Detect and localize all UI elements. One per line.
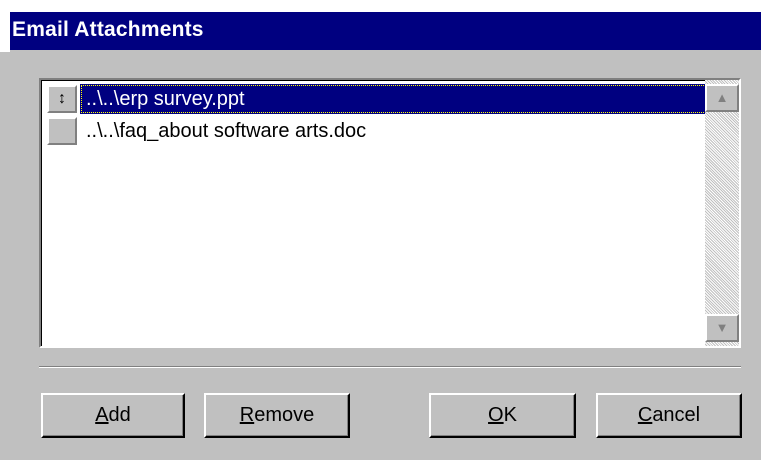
title-bar-frame: Email Attachments bbox=[0, 0, 761, 52]
remove-mnemonic: R bbox=[239, 404, 255, 426]
scroll-down-arrow-icon[interactable]: ▼ bbox=[705, 314, 739, 342]
cancel-button[interactable]: Cancel bbox=[596, 393, 742, 438]
separator-line bbox=[39, 366, 741, 368]
window-title: Email Attachments bbox=[12, 18, 204, 41]
remove-label: emove bbox=[254, 404, 315, 426]
cancel-mnemonic: C bbox=[637, 404, 653, 426]
add-mnemonic: A bbox=[95, 404, 109, 426]
ok-label: K bbox=[503, 404, 517, 426]
add-label: dd bbox=[108, 404, 131, 426]
vertical-scrollbar[interactable]: ▲ ▼ bbox=[705, 80, 739, 346]
ok-mnemonic: O bbox=[488, 404, 504, 426]
cancel-label: ancel bbox=[652, 404, 701, 426]
drag-handle-icon[interactable]: ↕ bbox=[47, 85, 77, 113]
ok-button[interactable]: OK bbox=[429, 393, 576, 438]
attachment-path[interactable]: ..\..\faq_about software arts.doc bbox=[80, 116, 370, 146]
drag-handle-icon[interactable] bbox=[47, 117, 77, 145]
attachments-listbox[interactable]: ↕ ..\..\erp survey.ppt ..\..\faq_about s… bbox=[39, 78, 741, 348]
add-button[interactable]: Add bbox=[41, 393, 185, 438]
attachment-path[interactable]: ..\..\erp survey.ppt bbox=[80, 84, 709, 114]
scroll-up-arrow-icon[interactable]: ▲ bbox=[705, 84, 739, 112]
list-item-attachment[interactable]: ..\..\faq_about software arts.doc bbox=[47, 116, 709, 147]
list-item-attachment[interactable]: ↕ ..\..\erp survey.ppt bbox=[47, 84, 709, 115]
remove-button[interactable]: Remove bbox=[204, 393, 350, 438]
